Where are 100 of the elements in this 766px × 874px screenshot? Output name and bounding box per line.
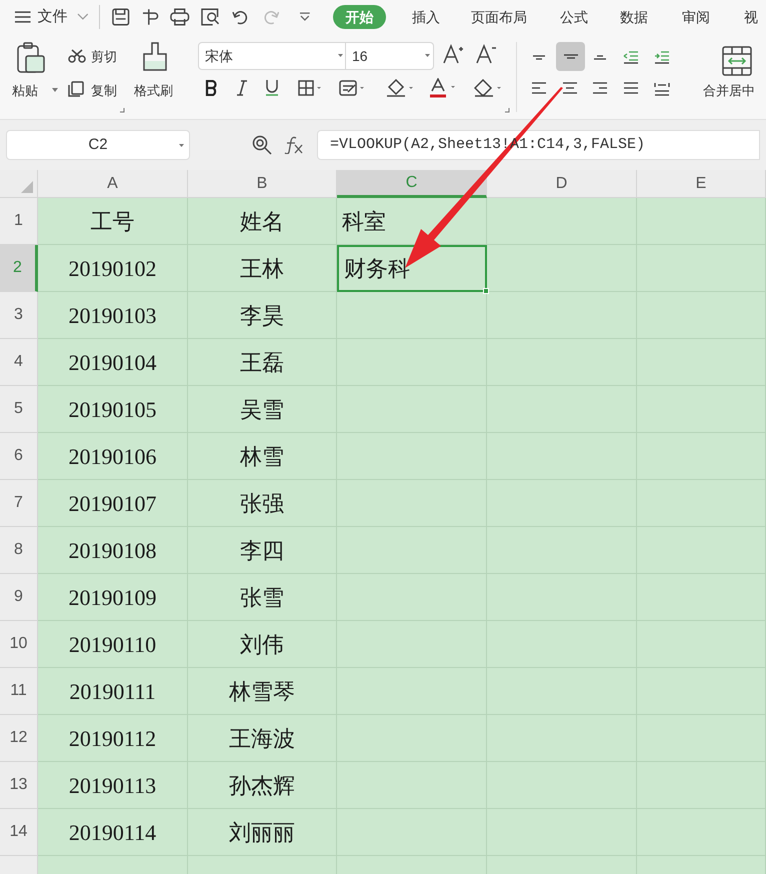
increase-font-icon[interactable] <box>443 44 463 64</box>
caret-icon[interactable] <box>52 88 58 92</box>
border-icon[interactable] <box>298 80 322 96</box>
row-header[interactable]: 13 <box>0 762 38 809</box>
table-cell[interactable] <box>487 245 637 292</box>
column-header[interactable]: A <box>38 170 188 198</box>
ribbon-tab[interactable]: 公式 <box>554 5 594 29</box>
eraser-icon[interactable] <box>474 79 502 97</box>
row-header[interactable]: 14 <box>0 809 38 856</box>
table-cell[interactable]: 林雪 <box>188 433 337 480</box>
table-cell[interactable]: 20190106 <box>38 433 188 480</box>
ribbon-tab[interactable]: 数据 <box>614 5 654 29</box>
table-cell[interactable]: 吴雪 <box>188 386 337 433</box>
column-header[interactable]: E <box>637 170 766 198</box>
table-cell[interactable] <box>337 292 487 339</box>
table-cell[interactable]: 20190107 <box>38 480 188 527</box>
decrease-font-icon[interactable] <box>476 44 496 64</box>
expand-corner-icon[interactable] <box>120 108 125 113</box>
table-cell[interactable]: 20190109 <box>38 574 188 621</box>
row-header[interactable]: 7 <box>0 480 38 527</box>
column-header[interactable]: B <box>188 170 337 198</box>
ribbon-tab[interactable]: 页面布局 <box>466 5 532 29</box>
table-cell[interactable]: 20190112 <box>38 715 188 762</box>
dropdown-arrow-icon[interactable] <box>338 54 343 57</box>
select-all-icon[interactable] <box>21 181 33 193</box>
undo-icon[interactable] <box>232 9 248 25</box>
brush-icon[interactable] <box>142 42 168 72</box>
redo-icon[interactable] <box>264 9 280 25</box>
row-header[interactable]: 6 <box>0 433 38 480</box>
row-header[interactable] <box>0 856 38 874</box>
dropdown-arrow-icon[interactable] <box>425 54 430 57</box>
table-cell[interactable]: 财务科 <box>337 245 487 292</box>
column-header[interactable]: D <box>487 170 637 198</box>
table-cell[interactable]: 20190103 <box>38 292 188 339</box>
print-icon[interactable] <box>170 8 190 26</box>
table-cell[interactable]: 20190113 <box>38 762 188 809</box>
fill-handle[interactable] <box>483 288 489 294</box>
copy-button[interactable]: 复制 <box>91 81 117 100</box>
menu-icon[interactable] <box>14 10 32 24</box>
copy-icon[interactable] <box>68 81 84 97</box>
underline-icon[interactable] <box>265 79 279 97</box>
table-cell[interactable]: 李四 <box>188 527 337 574</box>
conditional-format-icon[interactable] <box>339 80 365 96</box>
table-cell[interactable]: 王海波 <box>188 715 337 762</box>
scissors-icon[interactable] <box>68 49 86 63</box>
row-header[interactable]: 8 <box>0 527 38 574</box>
table-cell[interactable]: 张强 <box>188 480 337 527</box>
format-icon[interactable] <box>142 8 160 26</box>
italic-icon[interactable] <box>236 80 248 96</box>
table-cell[interactable] <box>487 292 637 339</box>
row-header[interactable]: 4 <box>0 339 38 386</box>
cut-button[interactable]: 剪切 <box>91 47 117 66</box>
table-cell[interactable]: 王磊 <box>188 339 337 386</box>
save-icon[interactable] <box>112 8 130 26</box>
merge-center-button[interactable]: 合并居中 <box>703 81 755 100</box>
row-header[interactable]: 11 <box>0 668 38 715</box>
table-cell[interactable]: 20190105 <box>38 386 188 433</box>
name-box[interactable]: C2 <box>6 130 190 160</box>
table-cell[interactable]: 20190108 <box>38 527 188 574</box>
merge-cells-icon[interactable] <box>722 46 752 76</box>
row-header[interactable]: 10 <box>0 621 38 668</box>
row-header[interactable]: 12 <box>0 715 38 762</box>
table-cell[interactable]: 20190110 <box>38 621 188 668</box>
table-cell[interactable] <box>637 198 766 245</box>
ribbon-tab[interactable]: 审阅 <box>676 5 716 29</box>
fill-color-icon[interactable] <box>386 79 414 97</box>
more-icon[interactable] <box>299 12 311 22</box>
preview-icon[interactable] <box>200 8 220 26</box>
table-cell[interactable]: 刘伟 <box>188 621 337 668</box>
file-menu[interactable]: 文件 <box>38 6 68 28</box>
row-header[interactable]: 3 <box>0 292 38 339</box>
expand-corner-icon[interactable] <box>505 108 510 113</box>
table-cell[interactable]: 20190104 <box>38 339 188 386</box>
row-header[interactable]: 1 <box>0 198 38 245</box>
table-cell[interactable]: 20190111 <box>38 668 188 715</box>
table-cell[interactable] <box>487 198 637 245</box>
table-cell[interactable]: 孙杰辉 <box>188 762 337 809</box>
table-cell[interactable]: 工号 <box>38 198 188 245</box>
table-cell[interactable]: 姓名 <box>188 198 337 245</box>
table-cell[interactable]: 王林 <box>188 245 337 292</box>
font-name-field[interactable]: 宋体 <box>198 42 346 70</box>
align-button[interactable] <box>556 42 585 71</box>
zoom-icon[interactable] <box>252 135 272 155</box>
table-cell[interactable]: 张雪 <box>188 574 337 621</box>
function-icon[interactable] <box>284 136 304 154</box>
table-cell[interactable]: 刘丽丽 <box>188 809 337 856</box>
chevron-down-icon[interactable] <box>76 13 88 21</box>
table-cell[interactable]: 20190114 <box>38 809 188 856</box>
table-cell[interactable]: 李昊 <box>188 292 337 339</box>
table-cell[interactable]: 林雪琴 <box>188 668 337 715</box>
row-header[interactable]: 9 <box>0 574 38 621</box>
row-header[interactable]: 5 <box>0 386 38 433</box>
font-color-icon[interactable] <box>429 78 457 98</box>
ribbon-tab[interactable]: 插入 <box>406 5 446 29</box>
bold-icon[interactable] <box>205 80 217 96</box>
dropdown-arrow-icon[interactable] <box>179 144 184 147</box>
format-painter-button[interactable]: 格式刷 <box>134 81 173 100</box>
font-size-field[interactable]: 16 <box>346 42 434 70</box>
table-cell[interactable]: 20190102 <box>38 245 188 292</box>
paste-button[interactable]: 粘贴 <box>12 81 38 100</box>
